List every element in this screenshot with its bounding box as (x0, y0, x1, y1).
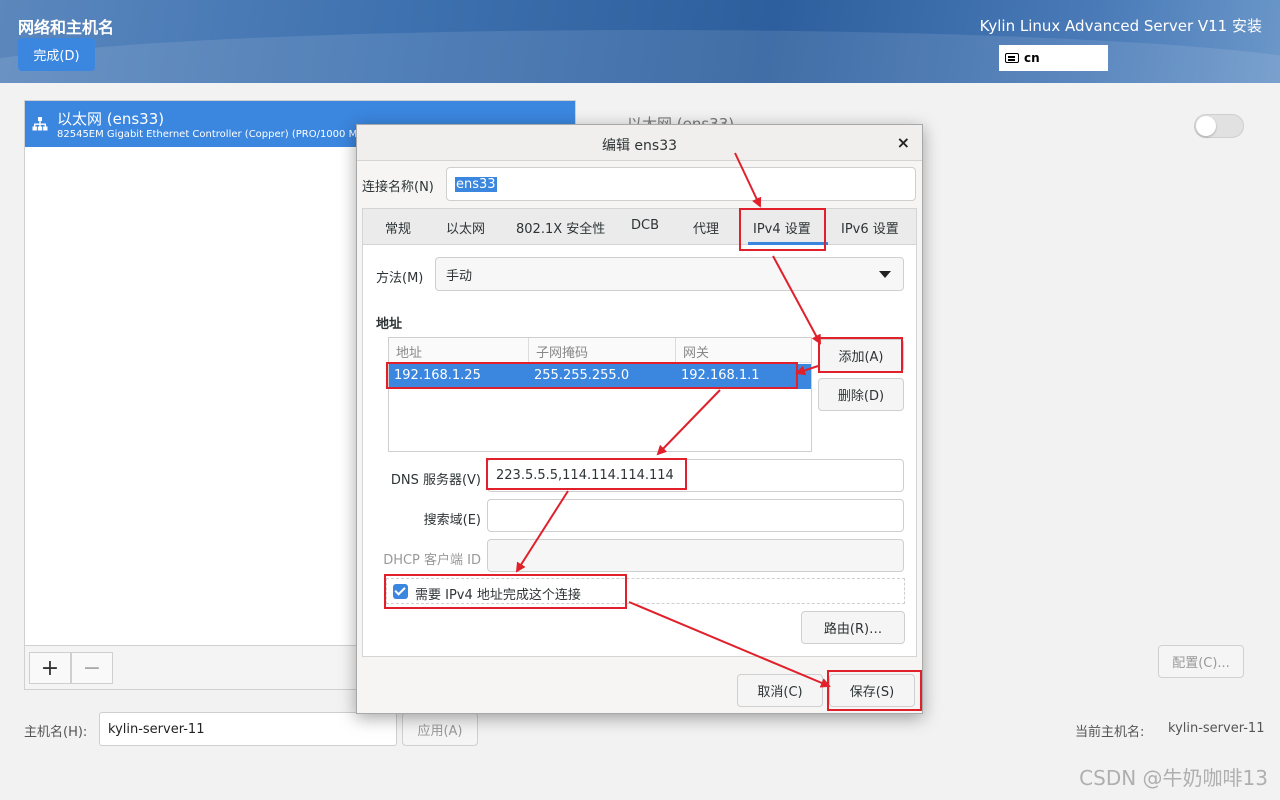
remove-device-button[interactable]: − (71, 652, 113, 684)
edit-connection-dialog: 编辑 ens33 × 连接名称(N) ens33 常规 以太网 802.1X 安… (356, 124, 923, 714)
tab-general[interactable]: 常规 (385, 218, 411, 237)
annotation-box-address-row (386, 362, 798, 389)
hostname-input[interactable]: kylin-server-11 (99, 712, 397, 746)
network-device-description: 82545EM Gigabit Ethernet Controller (Cop… (57, 129, 364, 140)
annotation-box-dns (486, 458, 687, 490)
wired-network-icon (32, 117, 48, 131)
method-value: 手动 (446, 268, 473, 284)
addresses-heading: 地址 (376, 317, 403, 332)
connection-name-input[interactable]: ens33 (446, 167, 916, 201)
device-on-off-toggle[interactable] (1194, 114, 1244, 138)
current-hostname-value: kylin-server-11 (1168, 721, 1265, 736)
current-hostname-label: 当前主机名: (1075, 725, 1145, 740)
column-header-netmask[interactable]: 子网掩码 (536, 342, 588, 361)
apply-hostname-button[interactable]: 应用(A) (402, 712, 478, 746)
method-dropdown[interactable]: 手动 (435, 257, 904, 291)
tab-dcb[interactable]: DCB (631, 218, 659, 233)
product-title: Kylin Linux Advanced Server V11 安装 (979, 17, 1262, 35)
routes-button[interactable]: 路由(R)… (801, 611, 905, 644)
tab-proxy[interactable]: 代理 (693, 218, 719, 237)
keyboard-icon (1005, 53, 1019, 63)
address-table-header: 地址 子网掩码 网关 (389, 338, 811, 363)
network-device-name: 以太网 (ens33) (57, 110, 165, 128)
method-label: 方法(M) (376, 271, 424, 286)
tab-8021x-security[interactable]: 802.1X 安全性 (516, 218, 605, 237)
dhcp-client-id-input[interactable] (487, 539, 904, 572)
page-title: 网络和主机名 (18, 18, 115, 37)
address-table: 地址 子网掩码 网关 192.168.1.25 255.255.255.0 19… (388, 337, 812, 452)
watermark: CSDN @牛奶咖啡13 (1079, 766, 1268, 790)
annotation-box-save (827, 670, 922, 711)
connection-name-value: ens33 (455, 176, 497, 192)
cancel-button[interactable]: 取消(C) (737, 674, 823, 707)
column-header-address[interactable]: 地址 (396, 342, 422, 361)
annotation-box-ipv4-tab (739, 208, 826, 251)
dialog-title: 编辑 ens33 (601, 138, 678, 154)
keyboard-layout-indicator[interactable]: cn (999, 45, 1108, 71)
tab-ethernet[interactable]: 以太网 (446, 218, 485, 237)
chevron-down-icon (879, 271, 891, 278)
add-device-button[interactable]: + (29, 652, 71, 684)
search-domains-label: 搜索域(E) (423, 513, 481, 528)
column-separator (528, 338, 529, 363)
hostname-label: 主机名(H): (24, 725, 88, 740)
dialog-titlebar: 编辑 ens33 × (357, 125, 922, 161)
tab-ipv6-settings[interactable]: IPv6 设置 (841, 218, 899, 237)
configure-button[interactable]: 配置(C)... (1158, 645, 1244, 678)
settings-tabs: 常规 以太网 802.1X 安全性 DCB 代理 IPv4 设置 IPv6 设置 (362, 208, 917, 245)
annotation-box-require-ipv4 (384, 574, 627, 609)
keyboard-layout-label: cn (1024, 51, 1040, 65)
annotation-box-add-button (818, 337, 903, 373)
column-header-gateway[interactable]: 网关 (683, 342, 709, 361)
column-separator (675, 338, 676, 363)
close-icon[interactable]: × (897, 133, 910, 152)
dns-servers-label: DNS 服务器(V) (390, 473, 481, 488)
dhcp-client-id-label: DHCP 客户端 ID (383, 553, 481, 568)
done-button[interactable]: 完成(D) (18, 38, 95, 71)
header-banner: 网络和主机名 完成(D) Kylin Linux Advanced Server… (0, 0, 1280, 83)
delete-address-button[interactable]: 删除(D) (818, 378, 904, 411)
connection-name-label: 连接名称(N) (362, 180, 434, 195)
search-domains-input[interactable] (487, 499, 904, 532)
